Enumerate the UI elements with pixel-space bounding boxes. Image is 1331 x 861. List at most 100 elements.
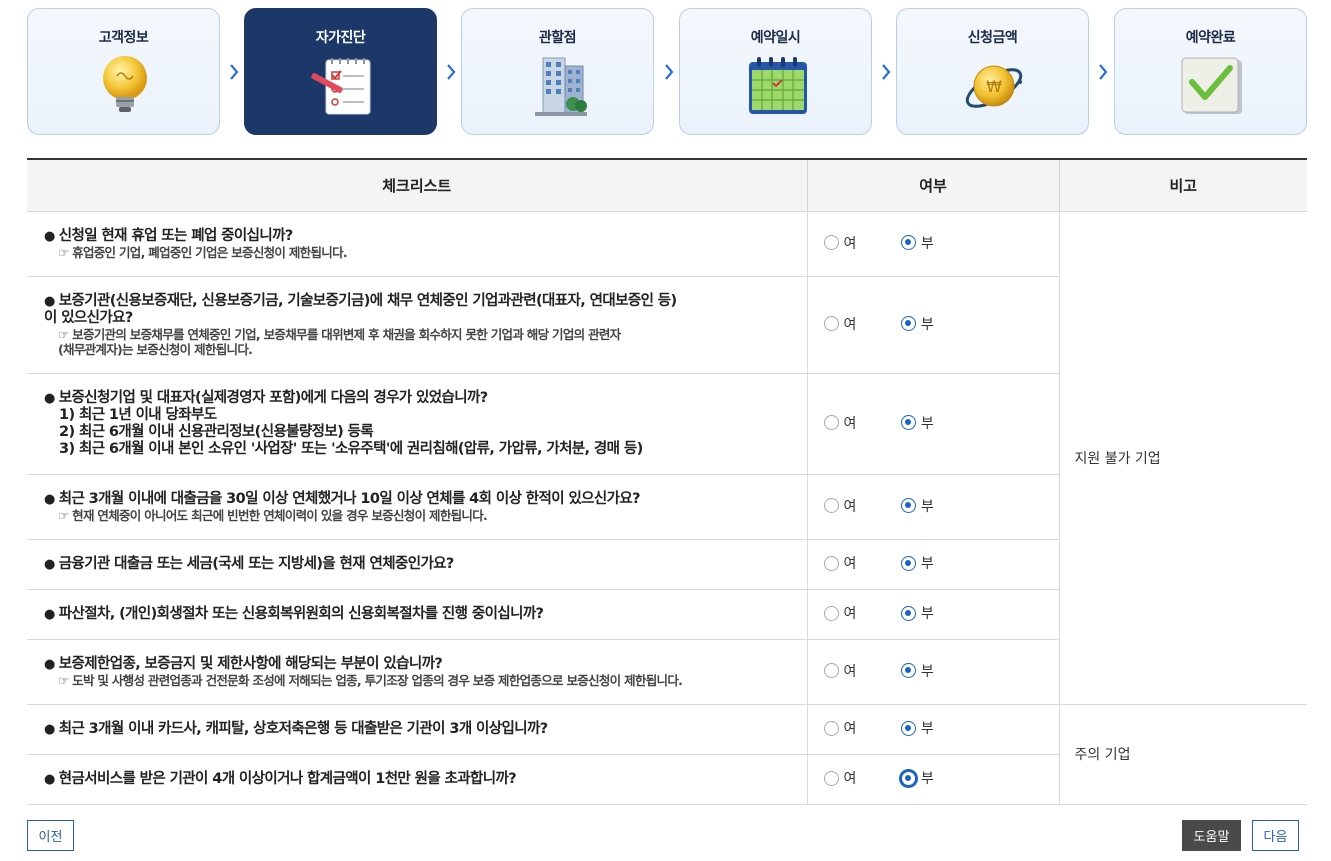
radio-circle-selected[interactable]: [900, 316, 916, 332]
question-text: 신청일 현재 휴업 또는 폐업 중이십니까?: [58, 227, 293, 244]
question-cell: ● 파산절차, (개인)회생절차 또는 신용회복위원회의 신용회복절차를 진행 중…: [27, 589, 807, 640]
radio-no[interactable]: 부: [900, 718, 934, 738]
question-hint: (채무관계자)는 보증신청이 제한됩니다.: [58, 341, 253, 357]
radio-circle-selected[interactable]: [900, 415, 916, 431]
step-reservation-date: 예약일시: [679, 8, 872, 135]
radio-circle[interactable]: [823, 316, 839, 332]
radio-circle[interactable]: [823, 605, 839, 621]
question-cell: ● 보증기관(신용보증재단, 신용보증기금, 기술보증기금)에 채무 연체중인 기…: [27, 276, 807, 374]
answer-cell: 여 부: [806, 589, 1059, 640]
answer-cell: 여 부: [806, 211, 1059, 277]
help-button[interactable]: 도움말: [1182, 820, 1241, 851]
answer-cell: 여 부: [806, 373, 1059, 475]
answer-cell: 여 부: [806, 704, 1059, 755]
question-text: 보증제한업종, 보증금지 및 제한사항에 해당되는 부분이 있습니까?: [58, 655, 443, 672]
radio-circle-selected[interactable]: [900, 663, 916, 679]
radio-yes[interactable]: 여: [823, 603, 857, 623]
next-button[interactable]: 다음: [1252, 820, 1299, 851]
question-text: 최근 3개월 이내에 대출금을 30일 이상 연체했거나 10일 이상 연체를 …: [58, 490, 641, 507]
radio-no[interactable]: 부: [900, 233, 934, 253]
radio-circle[interactable]: [823, 720, 839, 736]
radio-no-label: 부: [920, 721, 934, 738]
radio-yes-label: 여: [843, 721, 857, 738]
table-row: ● 최근 3개월 이내 카드사, 캐피탈, 상호저축은행 등 대출받은 기관이 3…: [27, 704, 1307, 805]
radio-yes[interactable]: 여: [823, 553, 857, 573]
radio-yes-label: 여: [843, 415, 857, 432]
radio-yes[interactable]: 여: [823, 496, 856, 516]
radio-circle[interactable]: [823, 498, 839, 514]
step-label: 관할점: [538, 30, 577, 46]
radio-yes-label: 여: [843, 556, 857, 573]
bullet-icon: ●: [44, 771, 55, 787]
answer-cell: 여 부: [806, 754, 1059, 805]
radio-circle[interactable]: [823, 770, 839, 786]
prev-button[interactable]: 이전: [27, 820, 74, 851]
radio-circle-selected[interactable]: [900, 605, 916, 621]
radio-no[interactable]: 부: [900, 768, 934, 788]
step-label: 예약일시: [750, 30, 801, 46]
question-cell: ● 신청일 현재 휴업 또는 폐업 중이십니까? ☞ 휴업중인 기업, 폐업중인 …: [27, 211, 807, 277]
radio-yes[interactable]: 여: [823, 718, 857, 738]
answer-cell: 여 부: [806, 474, 1059, 540]
chevron-right-icon: [882, 64, 891, 80]
radio-no[interactable]: 부: [900, 661, 934, 681]
radio-no[interactable]: 부: [900, 314, 934, 334]
building-icon: [535, 57, 587, 116]
question-text-cont: 이 있으신가요?: [44, 309, 133, 326]
calendar-icon: [749, 57, 807, 114]
step-label: 예약완료: [1185, 30, 1236, 46]
chevron-right-icon: [230, 64, 239, 80]
radio-yes-label: 여: [843, 606, 857, 623]
radio-circle-selected[interactable]: [900, 498, 916, 514]
radio-yes-label: 여: [843, 663, 857, 680]
radio-no[interactable]: 부: [900, 553, 934, 573]
bullet-icon: ●: [44, 228, 55, 244]
bullet-icon: ●: [44, 293, 55, 309]
step-branch: 관할점: [461, 8, 654, 135]
step-label: 신청금액: [967, 30, 1018, 46]
radio-no[interactable]: 부: [900, 413, 934, 433]
step-reservation-complete: 예약완료: [1114, 8, 1307, 135]
radio-no[interactable]: 부: [900, 603, 934, 623]
radio-yes[interactable]: 여: [823, 413, 857, 433]
svg-text:₩: ₩: [986, 77, 1002, 96]
radio-circle[interactable]: [823, 555, 839, 571]
radio-yes[interactable]: 여: [823, 661, 857, 681]
note-cell-unsupported: 지원 불가 기업: [1058, 211, 1307, 705]
radio-circle[interactable]: [823, 415, 839, 431]
radio-yes-label: 여: [843, 316, 857, 333]
chevron-right-icon: [1099, 64, 1108, 80]
question-cell: ● 보증제한업종, 보증금지 및 제한사항에 해당되는 부분이 있습니까? ☞ 도…: [27, 639, 807, 705]
step-self-diagnosis: 자가진단: [244, 8, 437, 135]
radio-no[interactable]: 부: [900, 496, 934, 516]
radio-circle-selected[interactable]: [900, 720, 916, 736]
radio-circle-selected[interactable]: [900, 235, 916, 251]
question-cell: ● 최근 3개월 이내에 대출금을 30일 이상 연체했거나 10일 이상 연체를…: [27, 474, 807, 540]
step-label: 고객정보: [98, 30, 149, 46]
radio-circle-selected[interactable]: [900, 770, 916, 786]
radio-no-label: 부: [920, 498, 934, 515]
radio-circle[interactable]: [823, 235, 839, 251]
header-note: 비고: [1058, 158, 1307, 212]
step-customer-info: 고객정보: [27, 8, 220, 135]
lightbulb-icon: [103, 56, 147, 112]
checklist-table: 체크리스트 여부 비고 ● 신청일 현재 휴업 또는 폐업 중이십니까? ☞ 휴업…: [27, 158, 1307, 805]
question-text: 현금서비스를 받은 기관이 4개 이상이거나 합계금액이 1천만 원을 초과합니…: [58, 770, 517, 787]
step-label: 자가진단: [315, 30, 366, 46]
radio-no-label: 부: [920, 663, 934, 680]
radio-yes[interactable]: 여: [823, 233, 856, 253]
question-text: 보증신청기업 및 대표자(실제경영자 포함)에게 다음의 경우가 있었습니까?: [58, 389, 488, 406]
bullet-icon: ●: [44, 721, 55, 737]
radio-yes[interactable]: 여: [823, 768, 857, 788]
radio-circle-selected[interactable]: [900, 555, 916, 571]
question-cell: ● 보증신청기업 및 대표자(실제경영자 포함)에게 다음의 경우가 있었습니까?…: [27, 373, 807, 475]
radio-yes-label: 여: [843, 771, 857, 788]
question-cell: ● 금융기관 대출금 또는 세금(국세 또는 지방세)을 현재 연체중인가요?: [27, 539, 807, 590]
answer-cell: 여 부: [806, 639, 1059, 705]
chevron-right-icon: [447, 64, 456, 80]
question-cell: ● 최근 3개월 이내 카드사, 캐피탈, 상호저축은행 등 대출받은 기관이 3…: [27, 704, 807, 755]
bullet-icon: ●: [44, 656, 55, 672]
radio-circle[interactable]: [823, 663, 839, 679]
radio-yes[interactable]: 여: [823, 314, 857, 334]
question-text: 금융기관 대출금 또는 세금(국세 또는 지방세)을 현재 연체중인가요?: [58, 555, 455, 572]
